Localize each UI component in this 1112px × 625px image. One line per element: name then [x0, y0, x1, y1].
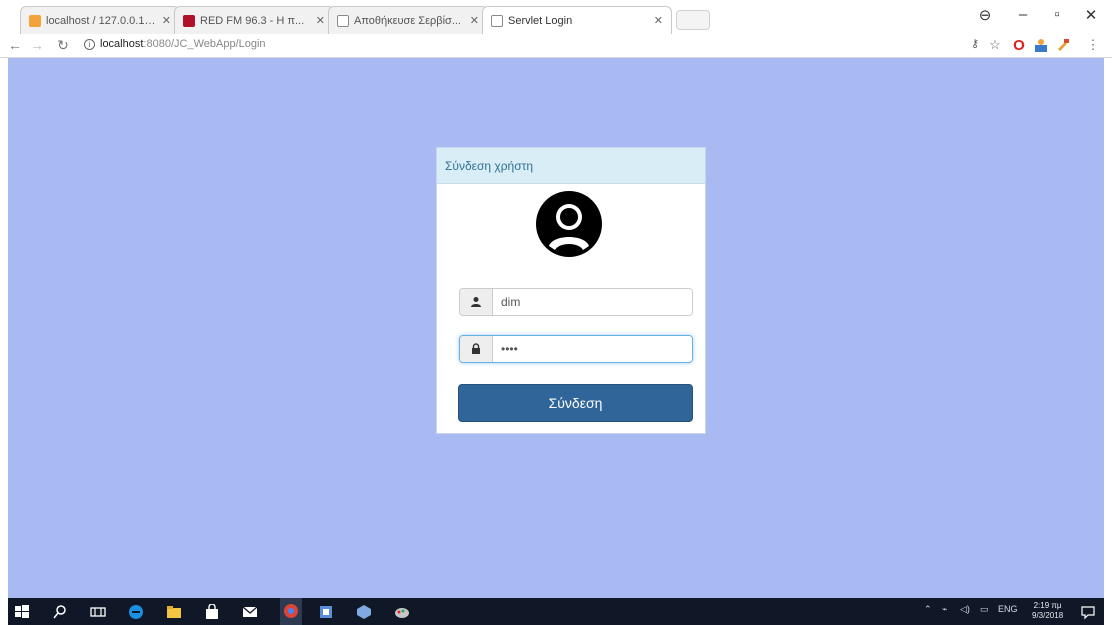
tray-chevron-icon[interactable]: ⌃	[924, 604, 932, 615]
search-icon[interactable]	[52, 604, 68, 620]
paint-icon[interactable]	[394, 604, 410, 620]
close-window-icon[interactable]: ✕	[1076, 6, 1106, 24]
browser-toolbar: ← → ↻ i localhost :8080/JC_WebApp/Login …	[0, 34, 1112, 58]
forward-icon[interactable]: →	[28, 37, 46, 53]
chrome-taskbar-slot[interactable]	[280, 598, 302, 625]
network-icon[interactable]: ⌁	[942, 604, 947, 615]
profile-icon[interactable]: ⊖	[970, 6, 1000, 24]
new-tab-button[interactable]	[676, 10, 710, 30]
notifications-icon[interactable]	[1080, 604, 1096, 620]
key-icon[interactable]: ⚷	[966, 37, 984, 50]
language-indicator[interactable]: ENG	[998, 604, 1018, 614]
battery-icon[interactable]: ▭	[980, 604, 989, 615]
back-icon[interactable]: ←	[6, 37, 24, 53]
tab-label: Servlet Login	[508, 14, 573, 27]
volume-icon[interactable]: ◁)	[960, 604, 970, 615]
user-icon	[460, 289, 493, 315]
store-icon[interactable]	[204, 603, 220, 620]
address-path: :8080/JC_WebApp/Login	[143, 38, 266, 50]
tab-close-icon[interactable]: ✕	[470, 14, 479, 27]
taskbar-clock[interactable]: 2:19 πμ 9/3/2018	[1032, 601, 1063, 621]
user-avatar-icon	[535, 190, 603, 258]
username-input[interactable]	[493, 289, 692, 315]
page-background: Σύνδεση χρήστη Σύνδεση	[8, 58, 1104, 598]
password-input[interactable]	[493, 336, 692, 362]
tab-close-icon[interactable]: ✕	[316, 14, 325, 27]
task-view-icon[interactable]	[90, 604, 106, 620]
file-explorer-icon[interactable]	[166, 604, 182, 620]
site-info-icon[interactable]: i	[84, 38, 95, 50]
address-bar[interactable]: i localhost :8080/JC_WebApp/Login	[84, 38, 266, 50]
address-host: localhost	[100, 38, 144, 50]
password-field	[459, 335, 693, 363]
opera-icon[interactable]: O	[1010, 37, 1028, 54]
tab-redfm[interactable]: RED FM 96.3 - Η π... ✕	[174, 6, 334, 34]
clock-date: 9/3/2018	[1032, 611, 1064, 620]
edge-browser-icon[interactable]	[128, 604, 144, 620]
minimize-icon[interactable]: –	[1008, 6, 1038, 23]
tab-close-icon[interactable]: ✕	[654, 14, 663, 27]
tab-servlet-login[interactable]: Servlet Login ✕	[482, 6, 672, 34]
app-icon[interactable]	[318, 604, 334, 620]
lock-icon	[460, 336, 493, 362]
login-panel-header: Σύνδεση χρήστη	[437, 148, 705, 184]
tools-extension-icon[interactable]	[1054, 37, 1072, 56]
clock-time: 2:19 πμ	[1033, 601, 1062, 610]
extension-icon[interactable]	[1032, 37, 1050, 56]
tab-label: localhost / 127.0.0.1 / ...	[46, 14, 156, 27]
username-field	[459, 288, 693, 316]
tab-save[interactable]: Αποθήκευσε Σερβίσ... ✕	[328, 6, 488, 34]
tab-phpmyadmin[interactable]: localhost / 127.0.0.1 / ... ✕	[20, 6, 180, 34]
virtualbox-icon[interactable]	[356, 604, 372, 620]
tab-label: RED FM 96.3 - Η π...	[200, 14, 305, 27]
tab-label: Αποθήκευσε Σερβίσ...	[354, 14, 461, 27]
redfm-favicon-icon	[183, 14, 195, 27]
restore-icon[interactable]: ▫	[1042, 6, 1072, 23]
bookmark-star-icon[interactable]: ☆	[986, 37, 1004, 53]
mail-icon[interactable]	[242, 604, 258, 620]
phpmyadmin-favicon-icon	[29, 14, 41, 27]
windows-taskbar: ⌃ ⌁ ◁) ▭ ENG 2:19 πμ 9/3/2018	[8, 598, 1104, 625]
tab-close-icon[interactable]: ✕	[162, 14, 171, 27]
windows-start-icon[interactable]	[14, 604, 30, 620]
reload-icon[interactable]: ↻	[54, 37, 72, 54]
login-panel: Σύνδεση χρήστη Σύνδεση	[436, 147, 706, 434]
page-favicon-icon	[337, 14, 349, 27]
login-button[interactable]: Σύνδεση	[458, 384, 693, 422]
menu-icon[interactable]: ⋮	[1084, 37, 1102, 53]
page-favicon-icon	[491, 14, 503, 27]
browser-tabstrip: localhost / 127.0.0.1 / ... ✕ RED FM 96.…	[0, 0, 1112, 34]
